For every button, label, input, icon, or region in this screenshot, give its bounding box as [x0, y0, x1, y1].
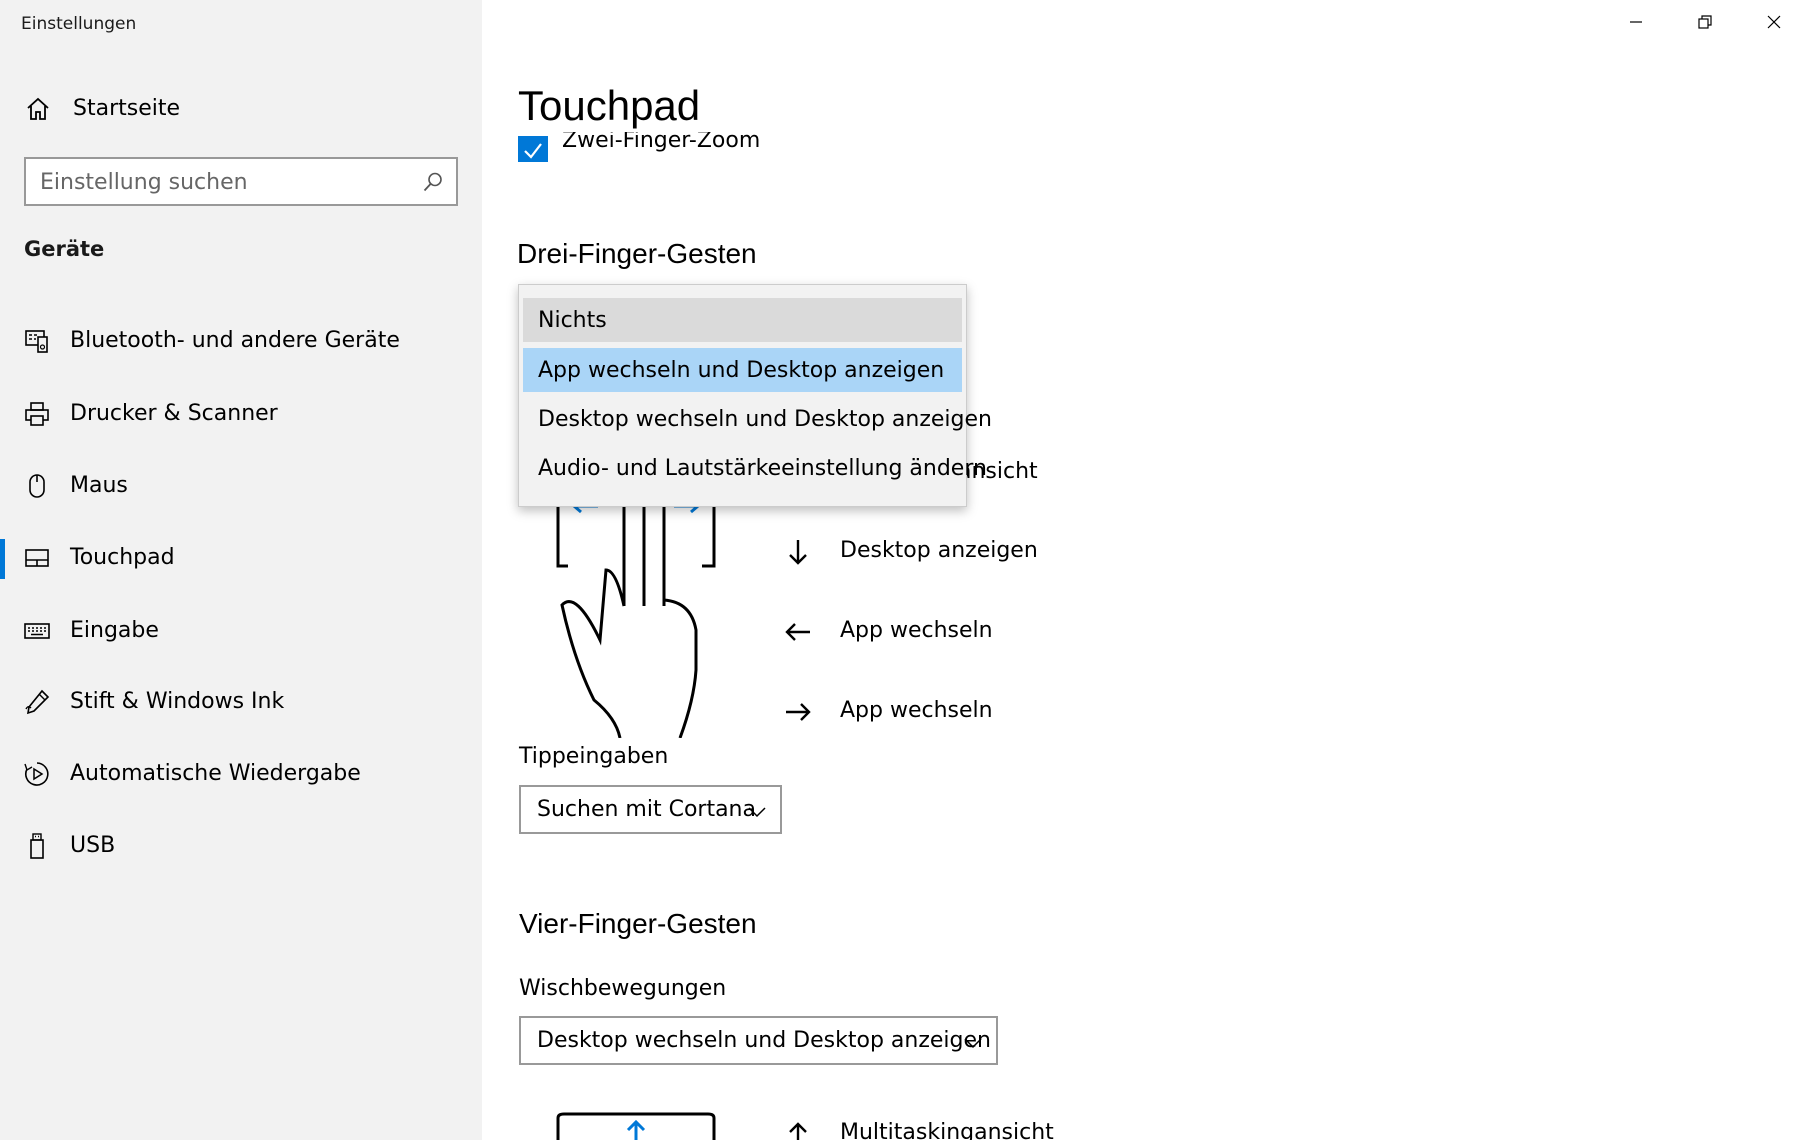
option-label: Nichts [538, 308, 607, 333]
search-icon[interactable] [422, 171, 444, 197]
home-label: Startseite [73, 96, 181, 121]
sidebar-item-usb[interactable]: USB [0, 817, 482, 877]
sidebar-item-home[interactable]: Startseite [0, 82, 482, 138]
option-label: App wechseln und Desktop anzeigen [538, 358, 945, 383]
zoom-checkbox-row[interactable]: Zwei-Finger-Zoom [518, 132, 918, 162]
keyboard-icon [24, 618, 50, 644]
zoom-checkbox[interactable] [518, 136, 548, 162]
swipe-label: Wischbewegungen [519, 976, 727, 1001]
sidebar-item-keyboard[interactable]: Eingabe [0, 602, 482, 662]
active-indicator [0, 539, 5, 579]
sidebar-item-label: Stift & Windows Ink [70, 689, 285, 714]
dropdown-option-desktop-wechseln[interactable]: Desktop wechseln und Desktop anzeigen [523, 397, 992, 441]
mouse-icon [24, 473, 50, 499]
three-finger-illustration [556, 488, 726, 739]
checkmark-icon [524, 143, 542, 159]
sidebar-item-pen[interactable]: Stift & Windows Ink [0, 673, 482, 733]
sidebar-item-label: Bluetooth- und andere Geräte [70, 328, 400, 353]
four-finger-title: Vier-Finger-Gesten [519, 908, 757, 939]
sidebar-item-label: Drucker & Scanner [70, 401, 278, 426]
four-finger-illustration [556, 1112, 716, 1140]
pen-icon [24, 689, 50, 715]
sidebar-item-autoplay[interactable]: Automatische Wiedergabe [0, 745, 482, 805]
printer-icon [24, 401, 50, 427]
three-finger-title: Drei-Finger-Gesten [517, 238, 757, 269]
chevron-down-icon [748, 803, 766, 822]
option-label: Audio- und Lautstärkeeinstellung ändern [538, 456, 987, 481]
gesture-label: Multitaskingansicht [840, 1120, 1054, 1140]
tap-select[interactable]: Suchen mit Cortana [519, 785, 782, 834]
gesture-label: Desktop anzeigen [840, 538, 1038, 563]
gesture-label: App wechseln [840, 698, 993, 723]
app-title: Einstellungen [21, 14, 137, 34]
left-arrow-icon [784, 618, 812, 650]
sidebar-item-touchpad[interactable]: Touchpad [0, 529, 482, 589]
sidebar-item-label: Touchpad [70, 545, 175, 570]
dropdown-option-app-wechseln[interactable]: App wechseln und Desktop anzeigen [523, 348, 962, 392]
sidebar-item-printer[interactable]: Drucker & Scanner [0, 385, 482, 445]
swipe-select-value: Desktop wechseln und Desktop anzeigen [537, 1028, 991, 1053]
search-input[interactable] [40, 168, 410, 196]
touchpad-icon [24, 545, 50, 571]
home-icon [25, 96, 51, 126]
bluetooth-devices-icon [24, 328, 50, 354]
swipe-select[interactable]: Desktop wechseln und Desktop anzeigen [519, 1016, 998, 1065]
sidebar-item-bluetooth[interactable]: Bluetooth- und andere Geräte [0, 312, 482, 372]
main-content: Touchpad Zwei-Finger-Zoom Drei-Finger-Ge… [482, 0, 1800, 1140]
dropdown-option-nichts[interactable]: Nichts [523, 298, 962, 342]
dropdown-option-audio[interactable]: Audio- und Lautstärkeeinstellung ändern [523, 446, 987, 490]
autoplay-icon [24, 761, 50, 787]
gesture-label: App wechseln [840, 618, 993, 643]
usb-icon [24, 833, 50, 859]
sidebar: Startseite Geräte Bluetooth- und andere … [0, 0, 482, 1140]
sidebar-item-label: Automatische Wiedergabe [70, 761, 361, 786]
tap-select-value: Suchen mit Cortana [537, 797, 756, 822]
swipe-dropdown-popup: Nichts App wechseln und Desktop anzeigen… [518, 284, 992, 507]
sidebar-item-label: USB [70, 833, 116, 858]
page-title: Touchpad [518, 82, 701, 129]
sidebar-item-mouse[interactable]: Maus [0, 457, 482, 517]
sidebar-item-label: Eingabe [70, 618, 159, 643]
chevron-down-icon [964, 1034, 982, 1053]
search-box[interactable] [24, 157, 458, 206]
option-label: Desktop wechseln und Desktop anzeigen [538, 407, 992, 432]
up-arrow-icon [784, 1120, 812, 1140]
down-arrow-icon [784, 538, 812, 570]
tap-label: Tippeingaben [519, 744, 669, 769]
zoom-checkbox-label: Zwei-Finger-Zoom [562, 132, 761, 153]
right-arrow-icon [784, 698, 812, 730]
group-title: Geräte [24, 237, 105, 261]
sidebar-item-label: Maus [70, 473, 128, 498]
